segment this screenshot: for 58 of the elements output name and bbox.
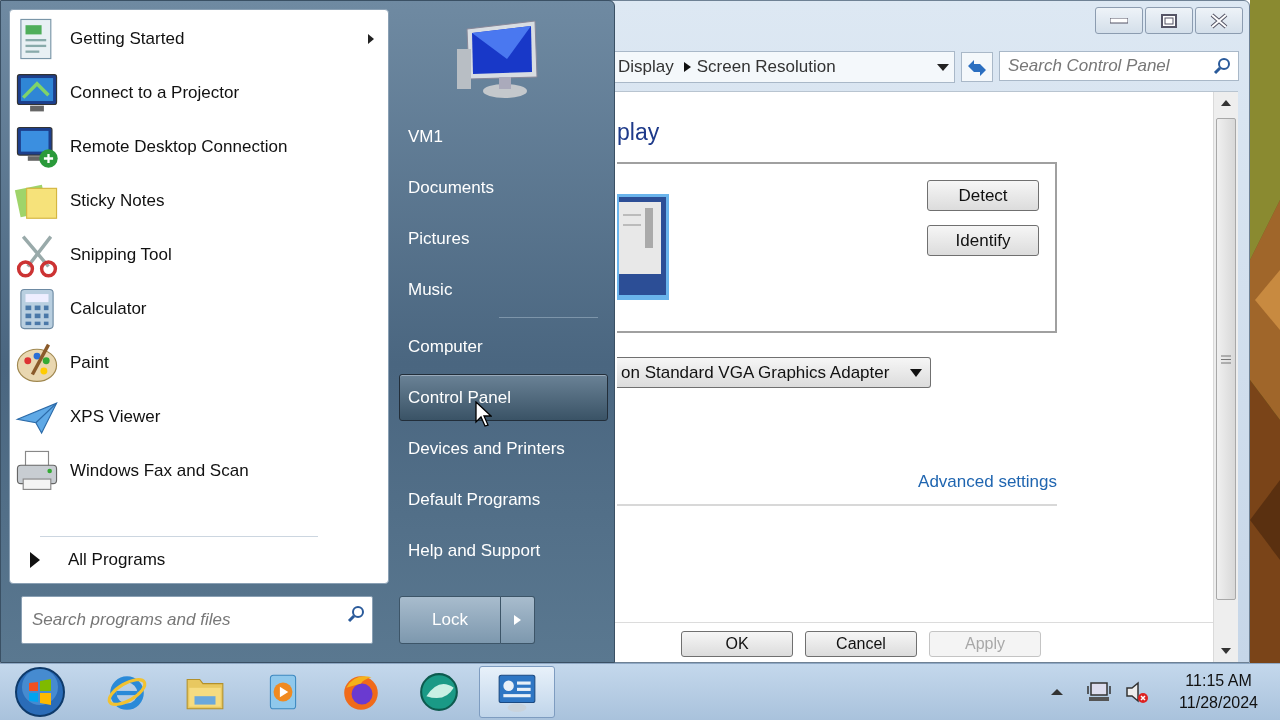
scrollbar[interactable] (1213, 92, 1238, 662)
panel-button[interactable]: Detect (927, 180, 1039, 211)
program-item[interactable]: XPS Viewer (10, 390, 388, 444)
start-menu-item[interactable]: Documents (399, 164, 608, 211)
page-heading: play (617, 118, 661, 146)
scroll-up-arrow-icon[interactable] (1221, 100, 1231, 106)
start-menu-item[interactable]: Pictures (399, 215, 608, 262)
breadcrumb-item[interactable]: Screen Resolution (696, 57, 840, 77)
program-item[interactable]: Getting Started (10, 12, 388, 66)
search-field[interactable]: Search Control Panel (999, 51, 1239, 81)
network-icon[interactable] (1087, 680, 1112, 704)
clock[interactable]: 11:15 AM 11/28/2024 (1179, 670, 1258, 714)
start-menu-item[interactable]: Default Programs (399, 476, 608, 523)
program-item[interactable]: Paint (10, 336, 388, 390)
start-menu-item[interactable]: Computer (399, 323, 608, 370)
close-icon (1210, 12, 1228, 29)
start-menu-item[interactable]: Control Panel (399, 374, 608, 421)
scissors-icon (14, 232, 60, 278)
triangle-icon (30, 552, 40, 568)
program-item[interactable]: Remote Desktop Connection (10, 120, 388, 174)
dropdown-arrow-icon (910, 368, 922, 377)
program-item[interactable]: Sticky Notes (10, 174, 388, 228)
close-button[interactable] (1195, 7, 1243, 34)
advanced-settings-link[interactable]: Advanced settings (918, 472, 1057, 492)
all-programs-item[interactable]: All Programs (10, 537, 388, 583)
start-menu-item[interactable]: Music (399, 266, 608, 313)
mouse-cursor-icon (475, 401, 492, 427)
minimize-icon (1110, 17, 1128, 24)
program-item[interactable]: Connect to a Projector (10, 66, 388, 120)
maximize-button[interactable] (1145, 7, 1193, 34)
program-item[interactable]: Windows Fax and Scan (10, 444, 388, 498)
panel-button[interactable]: Identify (927, 225, 1039, 256)
muted-speaker-icon[interactable] (1125, 680, 1150, 704)
maximize-icon (1161, 13, 1177, 28)
start-menu-item[interactable]: Devices and Printers (399, 425, 608, 472)
clock-time: 11:15 AM (1185, 671, 1252, 691)
chevron-icon (683, 62, 691, 72)
start-menu-item[interactable]: Help and Support (399, 527, 608, 574)
dialog-button[interactable]: Cancel (805, 631, 917, 657)
start-button[interactable] (13, 665, 67, 719)
grip-icon (1221, 354, 1231, 364)
scroll-down-arrow-icon[interactable] (1221, 648, 1231, 654)
clock-date: 11/28/2024 (1179, 693, 1258, 713)
caret-icon[interactable] (501, 596, 535, 644)
program-item[interactable]: Snipping Tool (10, 228, 388, 282)
search-icon (347, 605, 365, 623)
show-hidden-icons-icon[interactable] (1051, 687, 1064, 697)
program-item[interactable]: Calculator (10, 282, 388, 336)
control-panel-icon[interactable] (479, 666, 555, 718)
refresh-icon[interactable] (961, 52, 993, 82)
search-icon (1213, 57, 1231, 75)
start-menu-item[interactable]: VM1 (399, 113, 608, 160)
breadcrumb-item[interactable]: Display (618, 57, 678, 77)
dialog-button[interactable]: OK (681, 631, 793, 657)
monitor-icon (14, 124, 60, 170)
search-field[interactable]: Search programs and files (21, 596, 373, 644)
monitor-icon (617, 194, 671, 302)
display-dropdown[interactable]: on Standard VGA Graphics Adapter (617, 357, 931, 388)
